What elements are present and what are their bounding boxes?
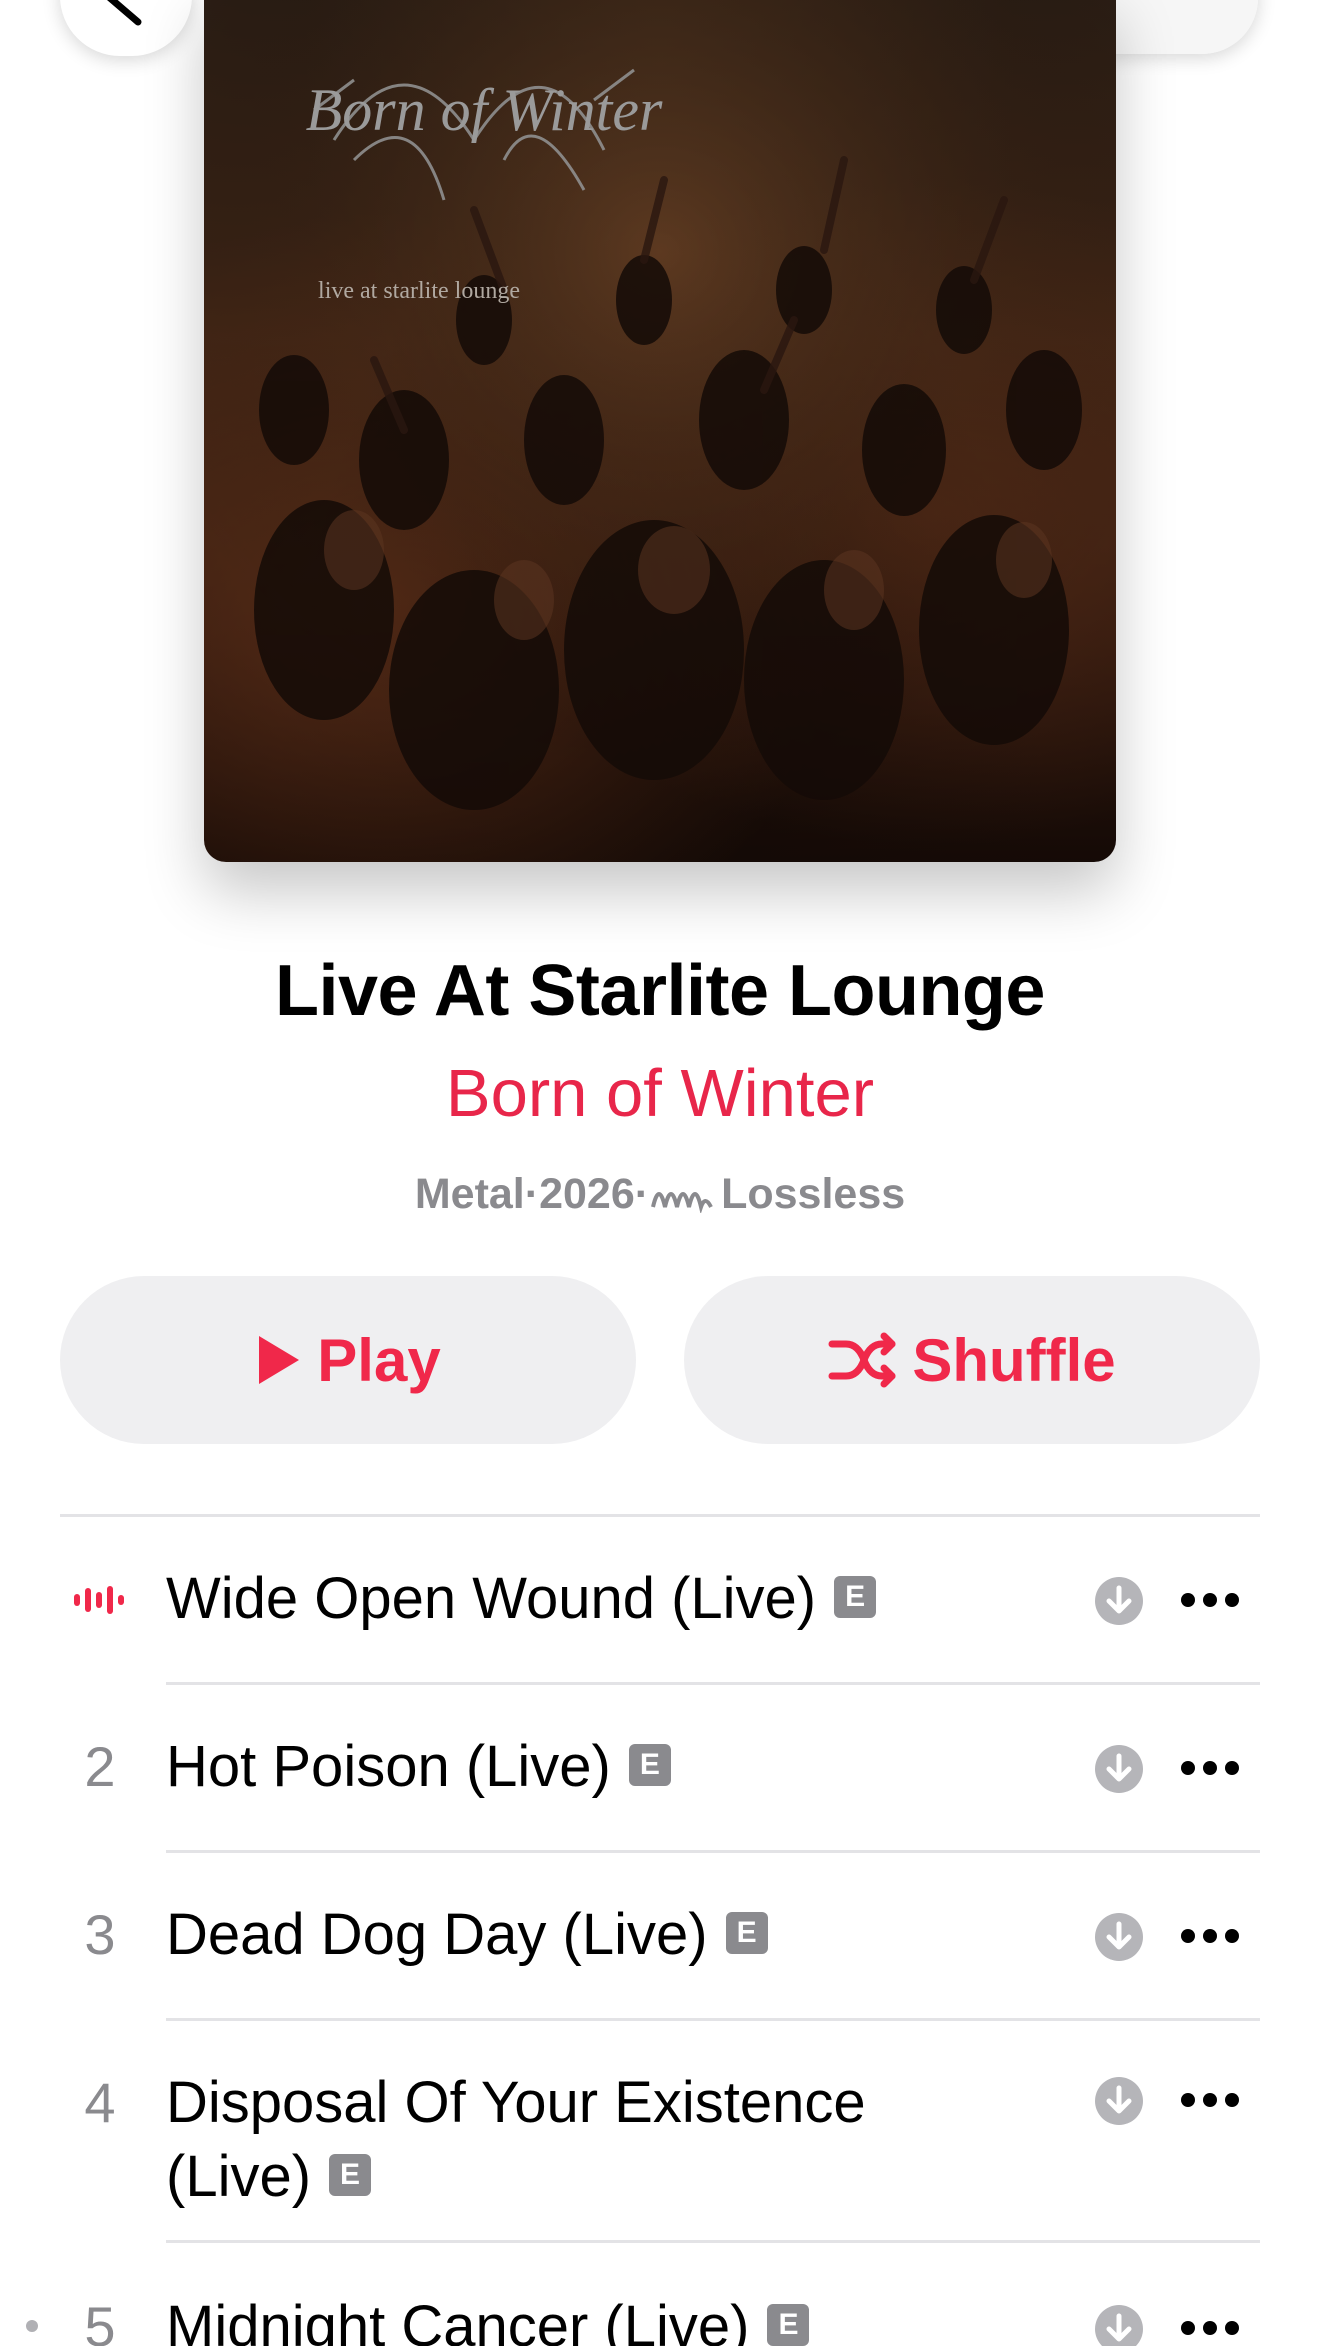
download-icon[interactable] [1094, 1912, 1144, 1962]
track-row[interactable]: 2 Hot Poison (Live) E [0, 1684, 1320, 1850]
now-playing-icon [74, 1586, 124, 1614]
more-icon[interactable] [1180, 1928, 1240, 1944]
artwork-subtitle: live at starlite lounge [318, 278, 520, 304]
track-title: Disposal Of Your Existence (Live) E [166, 2070, 866, 2209]
meta-separator: · [634, 1170, 650, 1218]
shuffle-icon [828, 1332, 896, 1388]
chevron-left-icon [107, 0, 142, 26]
more-icon[interactable] [1180, 1760, 1240, 1776]
album-title: Live At Starlite Lounge [275, 951, 1045, 1031]
more-icon[interactable] [1180, 2320, 1240, 2336]
shuffle-button[interactable]: Shuffle [684, 1276, 1260, 1444]
more-icon[interactable] [1180, 2092, 1240, 2108]
track-row[interactable]: 5 Midnight Cancer (Live) E [0, 2242, 1320, 2346]
download-icon[interactable] [1094, 2076, 1144, 2126]
more-icon[interactable] [1180, 1592, 1240, 1608]
play-label: Play [317, 1326, 441, 1394]
track-row[interactable]: 4 Disposal Of Your Existence (Live) E [0, 2020, 1320, 2240]
meta-separator: · [524, 1170, 540, 1218]
explicit-badge: E [628, 1743, 671, 1786]
band-logo-text: Born of Winter [306, 77, 663, 143]
track-row[interactable]: 3 Dead Dog Day (Live) E [0, 1852, 1320, 2018]
play-button[interactable]: Play [60, 1276, 636, 1444]
download-icon[interactable] [1094, 1576, 1144, 1626]
lossless-icon [651, 1191, 713, 1213]
track-number: 5 [84, 2295, 116, 2346]
album-year: 2026 [539, 1170, 635, 1218]
track-row[interactable]: Wide Open Wound (Live) E [0, 1516, 1320, 1682]
explicit-badge: E [767, 2303, 810, 2346]
explicit-badge: E [725, 1911, 768, 1954]
back-button[interactable] [60, 0, 192, 56]
download-icon[interactable] [1094, 2304, 1144, 2346]
album-artist[interactable]: Born of Winter [0, 1055, 1320, 1132]
track-number: 4 [84, 2071, 116, 2134]
track-title: Midnight Cancer (Live) E [166, 2290, 810, 2346]
download-icon[interactable] [1094, 1744, 1144, 1794]
track-number: 3 [84, 1903, 116, 1966]
track-number: 2 [84, 1735, 116, 1798]
album-quality[interactable]: Lossless [721, 1170, 905, 1219]
play-icon [259, 1336, 300, 1384]
album-meta: Metal · 2026 · Lossless [0, 1170, 1320, 1219]
track-title: Wide Open Wound (Live) E [166, 1562, 877, 1636]
album-artwork[interactable]: Born of Winter live at starlite lounge [204, 0, 1116, 862]
explicit-badge: E [834, 1575, 877, 1618]
album-genre[interactable]: Metal [415, 1170, 525, 1219]
shuffle-label: Shuffle [912, 1326, 1116, 1394]
track-title: Dead Dog Day (Live) E [166, 1898, 768, 1972]
track-title: Hot Poison (Live) E [166, 1730, 671, 1804]
explicit-badge: E [329, 2153, 372, 2196]
